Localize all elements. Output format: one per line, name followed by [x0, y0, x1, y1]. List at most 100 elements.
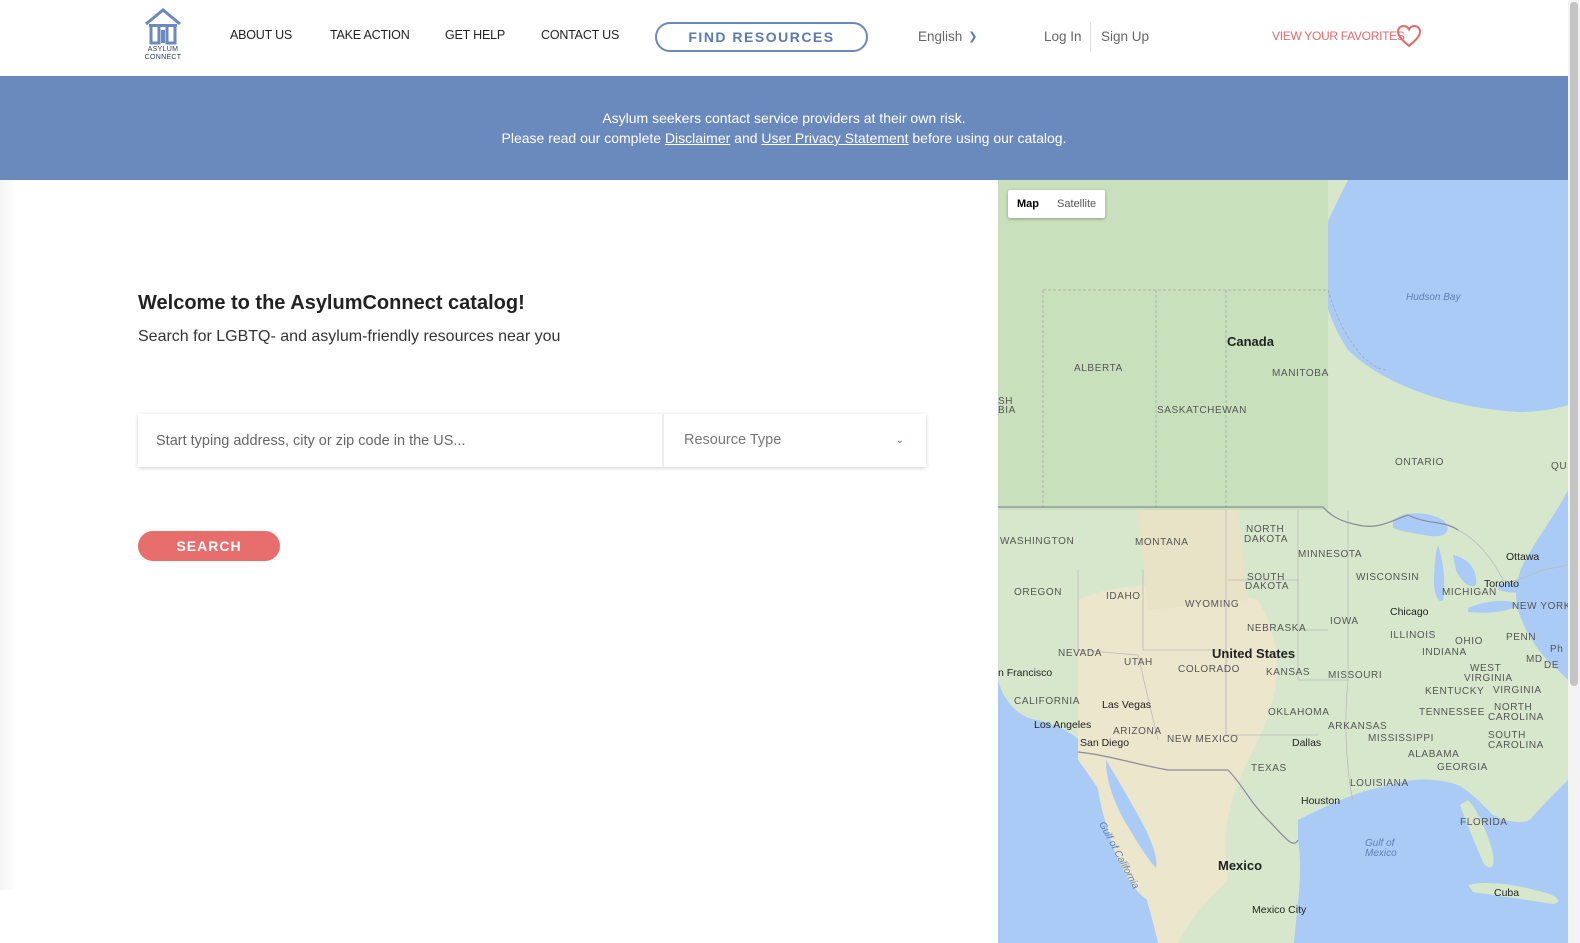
map-label: ILLINOIS — [1390, 630, 1436, 641]
banner-line-1: Asylum seekers contact service providers… — [602, 110, 966, 126]
page-title: Welcome to the AsylumConnect catalog! — [138, 292, 525, 314]
banner-text: before using our catalog. — [908, 130, 1067, 146]
nav-take-action[interactable]: TAKE ACTION — [330, 28, 410, 42]
map-label: VIRGINIA — [1464, 673, 1513, 684]
map-label: DAKOTA — [1244, 534, 1288, 545]
map-label: CAROLINA — [1488, 712, 1544, 723]
map-type-toggle: Map Satellite — [1008, 190, 1106, 218]
map-label: MANITOBA — [1272, 368, 1329, 379]
banner-text: and — [730, 130, 762, 146]
map-label: PENN — [1506, 632, 1537, 643]
resource-type-select[interactable]: Resource Type ⌄ — [664, 414, 926, 467]
map-label: QU — [1551, 461, 1568, 472]
map-label: TENNESSEE — [1419, 707, 1485, 718]
map-label: INDIANA — [1422, 647, 1467, 658]
header: ASYLUM CONNECT ABOUT US TAKE ACTION GET … — [0, 0, 1568, 76]
map-label: NEBRASKA — [1247, 623, 1307, 634]
map-label: KENTUCKY — [1425, 686, 1485, 697]
map-label: DAKOTA — [1245, 581, 1289, 592]
chevron-down-icon: ⌄ — [895, 435, 904, 446]
map-label: MONTANA — [1135, 537, 1189, 548]
map-label: IOWA — [1330, 616, 1359, 627]
map-label: LOUISIANA — [1350, 778, 1409, 789]
map-label: MICHIGAN — [1442, 587, 1497, 598]
map-label: Ph — [1550, 644, 1564, 655]
asylumconnect-logo[interactable]: ASYLUM CONNECT — [140, 8, 186, 66]
map-label: SASKATCHEWAN — [1157, 405, 1247, 416]
banner-text: Please read our complete — [501, 130, 665, 146]
satellite-view-button[interactable]: Satellite — [1048, 190, 1105, 218]
map-label: OKLAHOMA — [1268, 707, 1330, 718]
map-label: ALBERTA — [1074, 363, 1123, 374]
map-label: NEW MEXICO — [1167, 734, 1239, 745]
map-label: MISSOURI — [1328, 670, 1383, 681]
map-label: FLORIDA — [1460, 817, 1508, 828]
chevron-down-icon: ❯ — [968, 31, 978, 43]
map-label: Canada — [1227, 334, 1274, 349]
map-label: IDAHO — [1106, 591, 1141, 602]
scrollbar-thumb[interactable] — [1570, 2, 1578, 686]
map-label: Mexico — [1365, 848, 1397, 859]
map-label: GEORGIA — [1437, 762, 1488, 773]
map-label: United States — [1212, 646, 1296, 661]
map-label: ONTARIO — [1395, 457, 1445, 468]
map[interactable]: Map Satellite Hudson Bay Canada ALBERTA … — [998, 180, 1568, 943]
divider — [1090, 22, 1091, 52]
nav-about-us[interactable]: ABOUT US — [230, 28, 292, 42]
map-label: MD — [1526, 654, 1543, 665]
map-label: Houston — [1301, 795, 1341, 807]
logo-text: ASYLUM CONNECT — [144, 46, 182, 61]
map-label: Mexico — [1218, 858, 1263, 873]
map-label: ARIZONA — [1113, 726, 1162, 737]
nav-get-help[interactable]: GET HELP — [445, 28, 505, 42]
map-label: CALIFORNIA — [1014, 696, 1081, 707]
map-label: KANSAS — [1266, 667, 1311, 678]
map-label: Las Vegas — [1102, 699, 1152, 711]
login-link[interactable]: Log In — [1044, 29, 1082, 44]
map-label: VIRGINIA — [1493, 685, 1542, 696]
map-label: OREGON — [1014, 587, 1063, 598]
map-label: WASHINGTON — [1000, 536, 1075, 547]
heart-icon[interactable] — [1396, 24, 1422, 48]
map-label: WISCONSIN — [1356, 572, 1420, 583]
find-resources-button[interactable]: FIND RESOURCES — [655, 22, 868, 52]
map-label: Chicago — [1390, 606, 1429, 618]
disclaimer-banner: Asylum seekers contact service providers… — [0, 76, 1568, 180]
map-label: ALABAMA — [1408, 749, 1460, 760]
map-label: Dallas — [1292, 737, 1322, 749]
map-label: COLORADO — [1178, 664, 1241, 675]
map-label: UTAH — [1124, 657, 1153, 668]
language-label: English — [918, 29, 963, 44]
search-form: Resource Type ⌄ — [138, 414, 926, 467]
map-label: San Diego — [1080, 737, 1130, 749]
signup-link[interactable]: Sign Up — [1101, 29, 1149, 44]
language-selector[interactable]: English ❯ — [918, 29, 978, 44]
map-label: MISSISSIPPI — [1368, 733, 1435, 744]
page-subtitle: Search for LGBTQ- and asylum-friendly re… — [138, 328, 561, 345]
privacy-statement-link[interactable]: User Privacy Statement — [761, 130, 908, 146]
map-label: Mexico City — [1252, 904, 1307, 916]
location-search-input[interactable] — [138, 414, 662, 467]
map-label: TEXAS — [1251, 763, 1287, 774]
map-label: DE — [1544, 660, 1560, 671]
map-label: NEVADA — [1058, 648, 1102, 659]
map-label: Hudson Bay — [1406, 292, 1461, 303]
map-label: ARKANSAS — [1328, 721, 1388, 732]
map-label: CAROLINA — [1488, 740, 1544, 751]
banner-line-2: Please read our complete Disclaimer and … — [0, 128, 1568, 148]
nav-contact-us[interactable]: CONTACT US — [541, 28, 619, 42]
map-label: Cuba — [1494, 887, 1520, 899]
disclaimer-link[interactable]: Disclaimer — [665, 130, 730, 146]
map-canvas — [998, 180, 1568, 943]
map-label: Los Angeles — [1034, 719, 1092, 731]
map-view-button[interactable]: Map — [1008, 190, 1048, 218]
map-label: MINNESOTA — [1298, 549, 1363, 560]
map-label: NEW YORK — [1512, 601, 1568, 612]
map-label: WYOMING — [1185, 599, 1240, 610]
house-logo-icon — [145, 8, 181, 45]
view-favorites-link[interactable]: VIEW YOUR FAVORITES — [1272, 29, 1405, 43]
search-button[interactable]: SEARCH — [138, 531, 280, 561]
map-label: BIA — [998, 405, 1016, 416]
map-label: n Francisco — [998, 667, 1053, 679]
resource-type-label: Resource Type — [684, 432, 782, 448]
